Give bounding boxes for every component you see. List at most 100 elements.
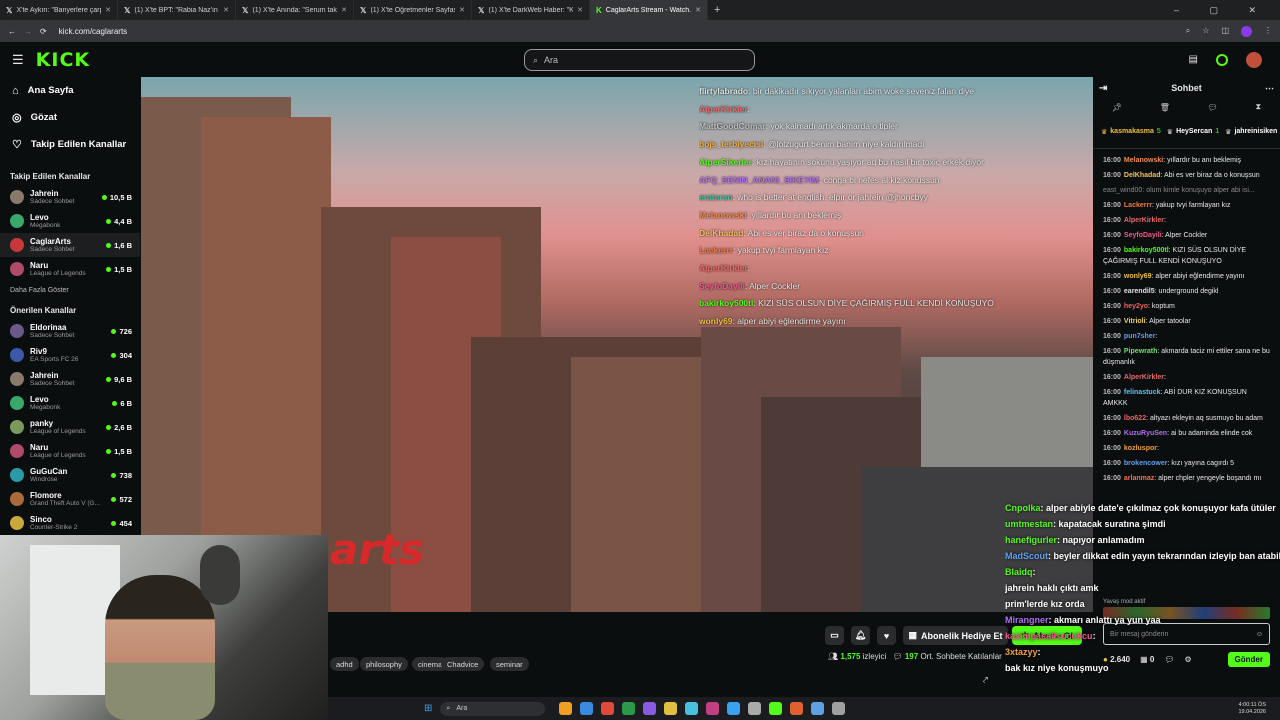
url-text[interactable]: kick.com/caglararts (59, 27, 127, 36)
message-user[interactable]: earendil5 (1124, 288, 1155, 295)
message-user[interactable]: lbo622 (1124, 415, 1146, 422)
hourglass-icon[interactable]: ⧗ (1255, 102, 1261, 112)
browser-tab[interactable]: 𝕏(1) X'te DarkWeb Haber: "Kahra..." ✕ (472, 0, 590, 20)
channel-item[interactable]: Levo Megabonk 4,4 B (0, 209, 140, 233)
video-player[interactable]: flirtylabrado: bir dakikadır sıkıyor yal… (141, 77, 1093, 612)
close-tab-icon[interactable]: ✕ (341, 6, 347, 14)
close-tab-icon[interactable]: ✕ (695, 6, 701, 14)
message-user[interactable]: arlanmaz (1124, 475, 1154, 482)
channel-item[interactable]: Levo Megabonk 6 B (0, 391, 140, 415)
leaderboard-entry[interactable]: ♛ HeySercan 1 (1167, 128, 1219, 136)
channel-item[interactable]: Jahrein Sadece Sohbet 10,5 B (0, 185, 140, 209)
chat-bubble-icon[interactable]: 💬︎ (1208, 103, 1218, 112)
message-user[interactable]: bakirkoy500tl (1124, 247, 1169, 254)
taskbar-app-icon[interactable] (832, 702, 846, 715)
hamburger-menu-icon[interactable]: ☰ (12, 52, 24, 68)
message-user[interactable]: Lackerrr (1124, 202, 1152, 209)
taskbar-app-icon[interactable] (685, 702, 699, 715)
taskbar-app-icon[interactable] (748, 702, 762, 715)
taskbar-search[interactable]: ⌕ Ara (440, 701, 546, 716)
new-tab-button[interactable]: + (714, 4, 720, 16)
user-avatar[interactable] (1246, 51, 1262, 68)
zoom-icon[interactable]: ⌕ (1186, 26, 1190, 37)
channel-item[interactable]: GuGuCan Windrose 738 (0, 463, 140, 487)
channel-item[interactable]: Jahrein Sadece Sohbet 9,6 B (0, 367, 140, 391)
collapse-chat-icon[interactable]: ⇥ (1099, 83, 1107, 94)
follow-heart-button[interactable]: ♥ (877, 626, 896, 645)
browser-tab[interactable]: 𝕏X'te Aykırı: "Bariyerlere çarpan ..." ✕ (0, 0, 118, 20)
taskbar-app-icon[interactable] (580, 702, 594, 715)
leaderboard-entry[interactable]: ♛jahreinisiken1 (1225, 128, 1280, 136)
store-icon[interactable]: ▤ (1189, 54, 1198, 65)
browser-tab[interactable]: K CaglarArts Stream - Watch... ✕ (590, 0, 708, 20)
message-user[interactable]: hey2yo (1124, 303, 1148, 310)
sidebar-nav-takip-edilen-kanallar[interactable]: ♡ Takip Edilen Kanallar (0, 131, 140, 158)
taskbar-app-icon[interactable] (811, 702, 825, 715)
taskbar-app-icon[interactable] (601, 702, 615, 715)
tag-chip[interactable]: seminar (490, 657, 529, 671)
taskbar-app-icon[interactable] (727, 702, 741, 715)
channel-item[interactable]: panky League of Legends 2,6 B (0, 415, 140, 439)
forward-icon[interactable]: → (24, 27, 32, 36)
share-icon[interactable]: ⤤ (983, 675, 988, 686)
channel-item[interactable]: Sinco Counter-Strike 2 454 (0, 511, 140, 535)
browser-tab[interactable]: 𝕏(1) X'te Anında: "Serum takılı ol..." ✕ (236, 0, 354, 20)
taskbar-app-icon[interactable] (622, 702, 636, 715)
taskbar-clock[interactable]: 4:00:11 ÖS 19.04.2026 (1238, 702, 1266, 716)
taskbar-app-icon[interactable] (706, 702, 720, 715)
message-user[interactable]: wonly69 (1124, 273, 1152, 280)
bookmark-star-icon[interactable]: ☆ (1202, 26, 1209, 37)
profile-avatar[interactable] (1241, 25, 1252, 37)
theater-mode-button[interactable]: ▭ (825, 626, 844, 645)
taskbar-app-icon[interactable] (790, 702, 804, 715)
message-user[interactable]: Vitrioli (1124, 318, 1146, 325)
channel-item[interactable]: Flomore Grand Theft Auto V (G... 572 (0, 487, 140, 511)
close-tab-icon[interactable]: ✕ (223, 6, 229, 14)
sidebar-nav-gözat[interactable]: ◎ Gözat (0, 104, 140, 131)
chat-menu-icon[interactable]: ⋯ (1265, 83, 1274, 94)
browser-tab[interactable]: 𝕏(1) X'te BPT: "Rabia Naz'ın baba..." ✕ (118, 0, 236, 20)
message-user[interactable]: kozluspor (1124, 445, 1157, 452)
sidebar-nav-ana-sayfa[interactable]: ⌂ Ana Sayfa (0, 77, 140, 104)
close-tab-icon[interactable]: ✕ (459, 6, 465, 14)
windows-start-icon[interactable]: ⊞ (424, 703, 432, 714)
pin-icon[interactable]: 📌︎ (1112, 103, 1122, 112)
message-user[interactable]: Melanowski (1124, 157, 1163, 164)
message-user[interactable]: pun7sher (1124, 333, 1156, 340)
message-user[interactable]: AlperKirkler (1124, 217, 1164, 224)
extensions-icon[interactable]: ◫ (1221, 26, 1229, 37)
tag-chip[interactable]: philosophy (360, 657, 408, 671)
channel-item[interactable]: Naru League of Legends 1,5 B (0, 439, 140, 463)
gift-subscription-button[interactable]: ▦ Abonelik Hediye Et (903, 626, 1008, 645)
kick-logo[interactable]: KICK (36, 49, 90, 71)
channel-item[interactable]: Eldorinaa Sadece Sohbet 726 (0, 319, 140, 343)
taskbar-app-icon[interactable] (559, 702, 573, 715)
tag-chip[interactable]: adhd (330, 657, 359, 671)
message-user[interactable]: SeyfoDayili (1124, 232, 1162, 239)
leaderboard-entry[interactable]: ♛ kasmakasma 5 (1101, 128, 1161, 136)
tag-chip[interactable]: Chadvice (441, 657, 485, 671)
message-user[interactable]: DelKhadad (1124, 172, 1161, 179)
message-user[interactable]: AlperKirkler (1124, 374, 1164, 381)
message-user[interactable]: brokencower (1124, 460, 1168, 467)
trash-icon[interactable]: 🗑︎ (1160, 103, 1170, 112)
close-tab-icon[interactable]: ✕ (577, 6, 583, 14)
message-user[interactable]: felinastuck (1124, 389, 1161, 396)
channel-item[interactable]: CaglarArts Sadece Sohbet 1,6 B (0, 233, 140, 257)
show-more-link[interactable]: Daha Fazla Göster (0, 281, 140, 300)
taskbar-app-icon[interactable] (664, 702, 678, 715)
notification-bell-button[interactable]: 🔔︎ (851, 626, 870, 645)
back-icon[interactable]: ← (8, 27, 16, 36)
channel-item[interactable]: Naru League of Legends 1,5 B (0, 257, 140, 281)
search-input[interactable]: ⌕ Ara (524, 49, 755, 71)
taskbar-app-icon[interactable] (643, 702, 657, 715)
reload-icon[interactable]: ⟳ (40, 27, 47, 36)
message-user[interactable]: KuzuRyuSen (1124, 430, 1167, 437)
browser-tab[interactable]: 𝕏(1) X'te Öğretmenler Sayfası "Ö..." ✕ (354, 0, 472, 20)
close-tab-icon[interactable]: ✕ (105, 6, 111, 14)
window-controls[interactable]: – ▢ ✕ (1174, 5, 1270, 16)
taskbar-app-icon[interactable] (769, 702, 783, 715)
channel-item[interactable]: Riv9 EA Sports FC 26 304 (0, 343, 140, 367)
menu-dots-icon[interactable]: ⋮ (1264, 26, 1272, 37)
kick-status-icon[interactable] (1216, 53, 1228, 66)
